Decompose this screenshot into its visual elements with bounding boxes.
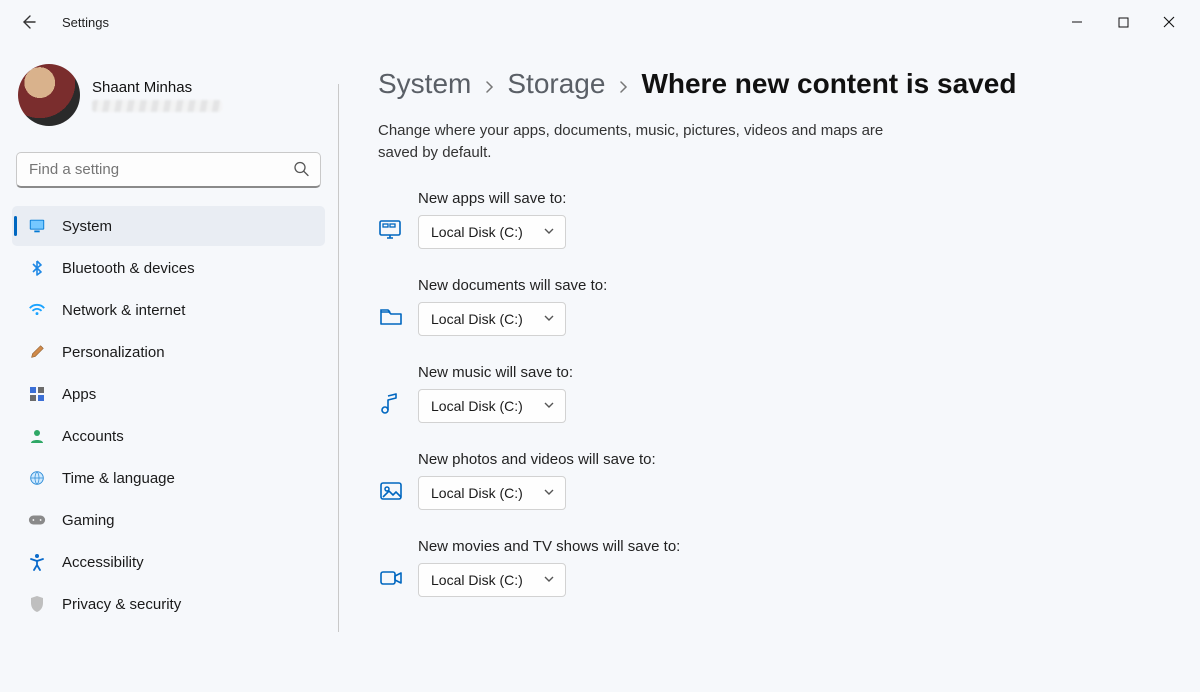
chevron-down-icon xyxy=(543,224,555,240)
select-new-movies[interactable]: Local Disk (C:) xyxy=(418,563,566,597)
chevron-down-icon xyxy=(543,311,555,327)
setting-label: New apps will save to: xyxy=(418,190,566,207)
sidebar-item-accounts[interactable]: Accounts xyxy=(12,416,325,456)
maximize-icon xyxy=(1118,17,1129,28)
sidebar-item-label: Privacy & security xyxy=(62,596,181,613)
gamepad-icon xyxy=(28,511,46,529)
sidebar-item-gaming[interactable]: Gaming xyxy=(12,500,325,540)
search-input[interactable] xyxy=(16,152,321,188)
profile-block[interactable]: Shaant Minhas xyxy=(12,60,325,136)
titlebar: Settings xyxy=(0,0,1200,44)
sidebar-item-privacy[interactable]: Privacy & security xyxy=(12,584,325,624)
apps-icon xyxy=(28,385,46,403)
chevron-right-icon xyxy=(483,80,495,96)
chevron-down-icon xyxy=(543,485,555,501)
globe-clock-icon xyxy=(28,469,46,487)
maximize-button[interactable] xyxy=(1100,6,1146,38)
brush-icon xyxy=(28,343,46,361)
sidebar-item-apps[interactable]: Apps xyxy=(12,374,325,414)
window-controls xyxy=(1054,6,1192,38)
bluetooth-icon xyxy=(28,259,46,277)
select-value: Local Disk (C:) xyxy=(431,572,523,588)
picture-icon xyxy=(378,478,404,504)
sidebar-item-label: Personalization xyxy=(62,344,165,361)
sidebar-item-label: Bluetooth & devices xyxy=(62,260,195,277)
avatar xyxy=(18,64,80,126)
setting-label: New music will save to: xyxy=(418,364,573,381)
setting-label: New movies and TV shows will save to: xyxy=(418,538,680,555)
select-value: Local Disk (C:) xyxy=(431,311,523,327)
content-divider xyxy=(338,84,339,632)
setting-new-photos: New photos and videos will save to: Loca… xyxy=(378,451,1160,510)
sidebar-item-label: Accounts xyxy=(62,428,124,445)
select-new-apps[interactable]: Local Disk (C:) xyxy=(418,215,566,249)
nav-list: System Bluetooth & devices Network & int… xyxy=(12,202,325,624)
sidebar-item-label: Accessibility xyxy=(62,554,144,571)
sidebar-item-bluetooth[interactable]: Bluetooth & devices xyxy=(12,248,325,288)
page-title: Where new content is saved xyxy=(641,68,1016,100)
select-new-documents[interactable]: Local Disk (C:) xyxy=(418,302,566,336)
arrow-left-icon xyxy=(20,14,36,30)
select-new-music[interactable]: Local Disk (C:) xyxy=(418,389,566,423)
setting-new-music: New music will save to: Local Disk (C:) xyxy=(378,364,1160,423)
sidebar-item-time[interactable]: Time & language xyxy=(12,458,325,498)
back-button[interactable] xyxy=(8,2,48,42)
sidebar-item-personalization[interactable]: Personalization xyxy=(12,332,325,372)
accessibility-icon xyxy=(28,553,46,571)
breadcrumb: System Storage Where new content is save… xyxy=(378,68,1160,100)
sidebar-item-system[interactable]: System xyxy=(12,206,325,246)
setting-label: New photos and videos will save to: xyxy=(418,451,656,468)
search-box[interactable] xyxy=(16,152,321,188)
sidebar-item-accessibility[interactable]: Accessibility xyxy=(12,542,325,582)
folder-icon xyxy=(378,304,404,330)
select-new-photos[interactable]: Local Disk (C:) xyxy=(418,476,566,510)
sidebar-item-label: System xyxy=(62,218,112,235)
minimize-button[interactable] xyxy=(1054,6,1100,38)
select-value: Local Disk (C:) xyxy=(431,398,523,414)
monitor-app-icon xyxy=(378,217,404,243)
select-value: Local Disk (C:) xyxy=(431,224,523,240)
sidebar-item-label: Apps xyxy=(62,386,96,403)
close-button[interactable] xyxy=(1146,6,1192,38)
setting-new-apps: New apps will save to: Local Disk (C:) xyxy=(378,190,1160,249)
wifi-icon xyxy=(28,301,46,319)
setting-label: New documents will save to: xyxy=(418,277,607,294)
person-icon xyxy=(28,427,46,445)
sidebar: Shaant Minhas System Bluetooth & devi xyxy=(0,44,338,692)
settings-list: New apps will save to: Local Disk (C:) N… xyxy=(378,190,1160,597)
profile-email-blurred xyxy=(92,100,222,112)
breadcrumb-link-system[interactable]: System xyxy=(378,68,471,100)
minimize-icon xyxy=(1071,16,1083,28)
profile-name: Shaant Minhas xyxy=(92,79,222,96)
monitor-icon xyxy=(28,217,46,235)
sidebar-item-label: Gaming xyxy=(62,512,115,529)
setting-new-movies: New movies and TV shows will save to: Lo… xyxy=(378,538,1160,597)
chevron-down-icon xyxy=(543,572,555,588)
chevron-right-icon xyxy=(617,80,629,96)
select-value: Local Disk (C:) xyxy=(431,485,523,501)
chevron-down-icon xyxy=(543,398,555,414)
setting-new-documents: New documents will save to: Local Disk (… xyxy=(378,277,1160,336)
sidebar-item-network[interactable]: Network & internet xyxy=(12,290,325,330)
sidebar-item-label: Time & language xyxy=(62,470,175,487)
breadcrumb-link-storage[interactable]: Storage xyxy=(507,68,605,100)
app-title: Settings xyxy=(62,15,109,30)
music-icon xyxy=(378,391,404,417)
shield-icon xyxy=(28,595,46,613)
content-area: System Storage Where new content is save… xyxy=(338,44,1200,692)
sidebar-item-label: Network & internet xyxy=(62,302,185,319)
search-icon xyxy=(293,161,309,180)
page-description: Change where your apps, documents, music… xyxy=(378,120,898,164)
close-icon xyxy=(1163,16,1175,28)
video-icon xyxy=(378,565,404,591)
